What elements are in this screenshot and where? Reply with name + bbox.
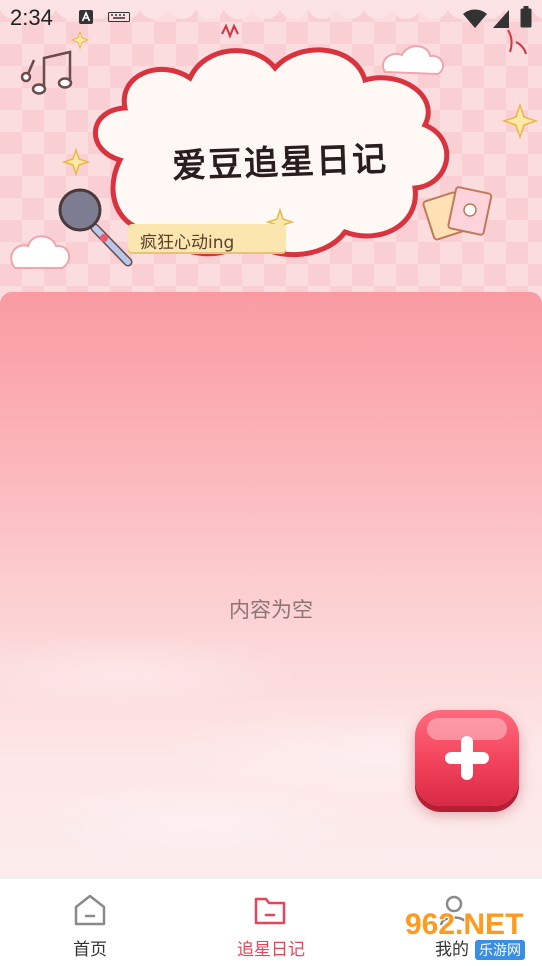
site-watermark: 962.NET 乐游网 [405, 908, 540, 960]
watermark-main-text: 962.NET [405, 908, 524, 941]
nav-item-diary[interactable]: 追星日记 [181, 879, 361, 966]
music-note-icon [20, 50, 73, 95]
plus-icon-vertical [461, 736, 473, 780]
a-notification-icon [79, 10, 93, 24]
banner-subtitle: 疯狂心动ing [140, 233, 235, 253]
status-bar: 2:34 [0, 0, 542, 36]
star-icon [501, 102, 539, 140]
signal-icon [493, 10, 509, 28]
nav-label-diary: 追星日记 [237, 940, 305, 960]
wifi-icon [463, 9, 487, 28]
add-diary-button[interactable] [415, 710, 519, 806]
nav-label-home: 首页 [73, 940, 107, 960]
watermark-sub-text: 乐游网 [475, 940, 525, 960]
keyboard-icon [108, 12, 130, 22]
photo-cards-icon [422, 186, 493, 241]
folder-icon [254, 897, 286, 925]
home-icon [74, 894, 106, 926]
header-banner: 爱豆追星日记 疯狂心动ing [0, 0, 542, 300]
empty-state-text: 内容为空 [229, 598, 313, 622]
star-icon [61, 147, 91, 177]
battery-icon [520, 6, 532, 28]
status-time: 2:34 [10, 5, 53, 30]
small-cloud [382, 45, 445, 76]
banner-title: 爱豆追星日记 [171, 139, 389, 187]
small-cloud [10, 235, 71, 269]
nav-item-home[interactable]: 首页 [0, 879, 180, 966]
